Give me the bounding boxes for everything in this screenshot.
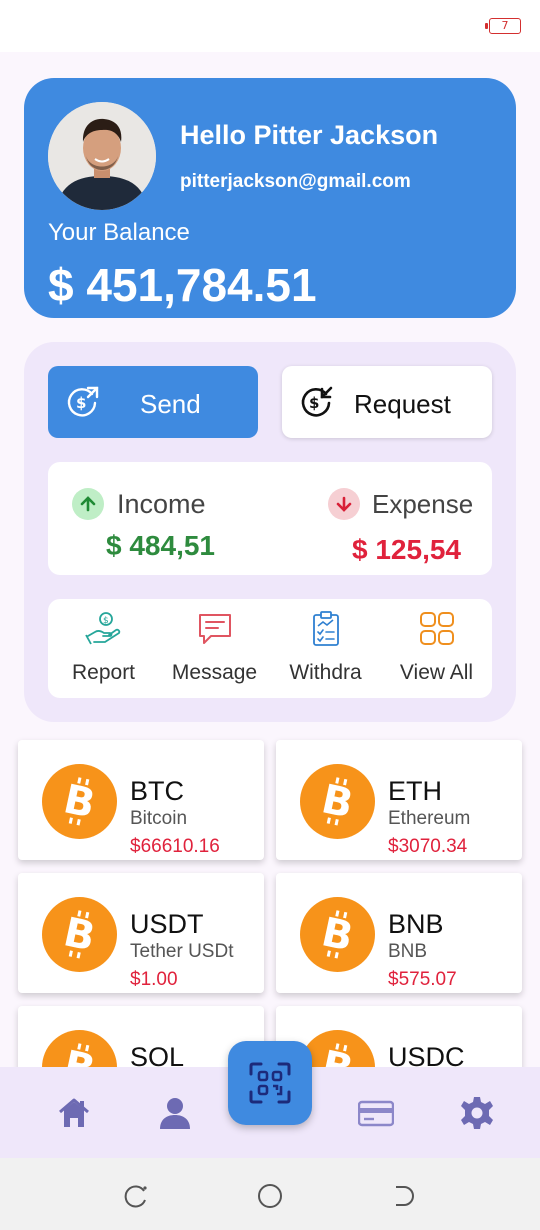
request-label: Request xyxy=(354,389,451,419)
balance-label: Your Balance xyxy=(48,219,190,246)
recent-apps-icon[interactable] xyxy=(122,1182,150,1210)
user-email: pitterjackson@gmail.com xyxy=(180,171,411,192)
battery-indicator: 7 xyxy=(485,18,521,34)
coin-price: $66610.16 xyxy=(130,836,220,857)
arrow-up-icon xyxy=(72,488,104,520)
coin-name: Ethereum xyxy=(388,808,471,829)
coin-symbol: USDT xyxy=(130,909,204,939)
qr-scan-button[interactable] xyxy=(228,1041,312,1125)
back-icon[interactable] xyxy=(390,1182,418,1210)
home-system-icon[interactable] xyxy=(256,1182,284,1210)
home-icon[interactable] xyxy=(56,1095,92,1131)
request-button[interactable]: $ Request xyxy=(282,366,492,438)
settings-icon[interactable] xyxy=(459,1095,495,1131)
coin-name: Tether USDt xyxy=(130,941,234,962)
profile-card: Hello Pitter Jackson pitterjackson@gmail… xyxy=(24,78,516,318)
quick-action-message[interactable]: Message xyxy=(159,599,270,698)
expense-value: $ 125,54 xyxy=(352,534,461,565)
clipboard-chart-icon xyxy=(313,611,339,646)
balance-value: $ 451,784.51 xyxy=(48,259,317,311)
user-icon[interactable] xyxy=(157,1095,193,1131)
coin-price: $575.07 xyxy=(388,969,457,990)
quick-action-label: View All xyxy=(399,661,474,684)
card-icon[interactable] xyxy=(358,1095,394,1131)
coin-name: BNB xyxy=(388,941,428,962)
system-nav-bar xyxy=(0,1158,540,1230)
svg-text:$: $ xyxy=(76,394,86,412)
income-expense-summary: Income $ 484,51 Expense $ 125,54 xyxy=(48,462,492,575)
quick-action-report[interactable]: $ Report xyxy=(48,599,159,698)
quick-action-label: Withdra xyxy=(289,661,362,684)
quick-action-label: Message xyxy=(171,661,258,684)
quick-actions: $ Report Message Withdra View All xyxy=(48,599,492,698)
quick-action-label: Report xyxy=(71,661,136,684)
coin-price: $1.00 xyxy=(130,969,178,990)
svg-text:$: $ xyxy=(309,394,319,412)
greeting-text: Hello Pitter Jackson xyxy=(180,120,439,150)
bitcoin-logo-icon: B xyxy=(42,897,117,972)
bitcoin-logo-icon: B xyxy=(300,897,375,972)
coin-symbol: ETH xyxy=(388,776,442,806)
coin-card-usdt[interactable]: B USDT Tether USDt $1.00 xyxy=(18,873,264,993)
send-money-icon: $ xyxy=(67,386,99,417)
income-label: Income xyxy=(117,489,206,519)
income-value: $ 484,51 xyxy=(106,530,215,561)
coin-symbol: BNB xyxy=(388,909,444,939)
arrow-down-icon xyxy=(328,488,360,520)
quick-action-withdraw[interactable]: Withdra xyxy=(270,599,381,698)
request-money-icon: $ xyxy=(301,386,333,417)
qr-scan-icon xyxy=(249,1062,291,1104)
send-label: Send xyxy=(140,389,201,419)
coin-symbol: BTC xyxy=(130,776,184,806)
bitcoin-logo-icon: B xyxy=(300,764,375,839)
coin-card-eth[interactable]: B ETH Ethereum $3070.34 xyxy=(276,740,522,860)
coin-price: $3070.34 xyxy=(388,836,468,857)
quick-action-view-all[interactable]: View All xyxy=(381,599,492,698)
avatar[interactable] xyxy=(48,102,156,210)
hand-money-icon: $ xyxy=(85,612,121,645)
actions-panel: $ Send $ Request Income $ 484,51 Expense… xyxy=(24,342,516,722)
coin-name: Bitcoin xyxy=(130,808,188,829)
grid-icon xyxy=(420,612,454,645)
coin-card-btc[interactable]: B BTC Bitcoin $66610.16 xyxy=(18,740,264,860)
svg-text:$: $ xyxy=(103,616,109,626)
expense-label: Expense xyxy=(372,489,474,519)
send-button[interactable]: $ Send xyxy=(48,366,258,438)
coin-card-bnb[interactable]: B BNB BNB $575.07 xyxy=(276,873,522,993)
bitcoin-logo-icon: B xyxy=(42,764,117,839)
status-bar: 7 xyxy=(0,0,540,52)
message-icon xyxy=(199,614,231,644)
